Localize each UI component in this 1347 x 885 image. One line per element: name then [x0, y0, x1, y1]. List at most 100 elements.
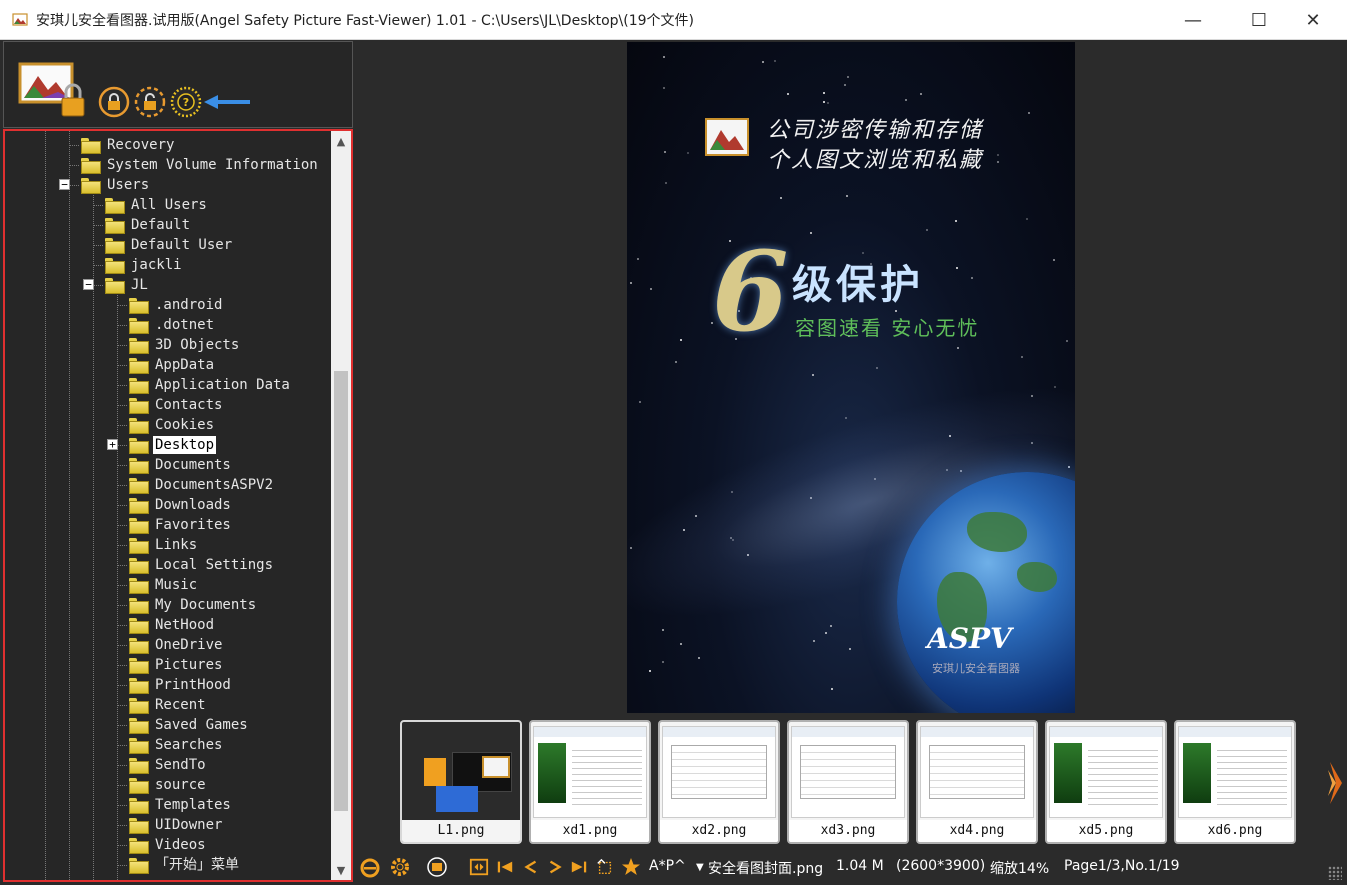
thumbnail[interactable]: L1.png [400, 720, 522, 844]
folder-icon [129, 778, 149, 794]
tree-item[interactable]: SendTo [129, 755, 208, 775]
tree-item[interactable]: Local Settings [129, 555, 275, 575]
scroll-up-icon[interactable]: ▲ [331, 131, 351, 151]
star [665, 182, 667, 184]
tree-item[interactable]: 3D Objects [129, 335, 241, 355]
tree-item[interactable]: Music [129, 575, 199, 595]
tree-item[interactable]: .dotnet [129, 315, 216, 335]
tree-item[interactable]: Links [129, 535, 199, 555]
minimize-button[interactable]: — [1170, 0, 1216, 40]
collapse-icon[interactable]: − [59, 179, 70, 190]
star [630, 282, 632, 284]
tree-item-label: Music [155, 577, 198, 593]
tree-item-label: Links [155, 537, 198, 553]
poster-slogan-1: 公司涉密传输和存储 [767, 118, 984, 143]
tree-item[interactable]: My Documents [129, 595, 258, 615]
tree-item-label: Pictures [155, 657, 223, 673]
thumbnail[interactable]: xd5.png [1045, 720, 1167, 844]
tree-item[interactable]: UIDowner [129, 815, 224, 835]
tree-item[interactable]: System Volume Information [81, 155, 320, 175]
thumbnail-preview [920, 726, 1034, 818]
folder-tree[interactable]: Recovery System Volume Information − Users A… [3, 129, 353, 882]
tree-item[interactable]: Contacts [129, 395, 224, 415]
folder-icon [129, 658, 149, 674]
tree-item[interactable]: Videos [129, 835, 208, 855]
tree-item[interactable]: .android [129, 295, 224, 315]
tree-item[interactable]: Downloads [129, 495, 233, 515]
folder-icon [129, 798, 149, 814]
tree-item[interactable]: Templates [129, 795, 233, 815]
thumbnail[interactable]: xd6.png [1174, 720, 1296, 844]
tree-guide-line [117, 645, 127, 646]
thumbnail[interactable]: xd4.png [916, 720, 1038, 844]
fit-window-icon[interactable] [468, 852, 490, 882]
rotate-icon[interactable] [594, 852, 616, 882]
expand-icon[interactable]: + [107, 439, 118, 450]
folder-icon [105, 278, 125, 294]
tree-item[interactable]: Default User [105, 235, 234, 255]
tree-item[interactable]: 「开始」菜单 [129, 855, 241, 875]
resize-grip[interactable] [1328, 866, 1342, 880]
tree-item-label: Videos [155, 837, 206, 853]
unlock-icon[interactable] [134, 86, 166, 118]
main-image[interactable]: 公司涉密传输和存储 个人图文浏览和私藏 6 级保护 容图速看 安心无忧 ASPV… [627, 42, 1075, 713]
scroll-thumb[interactable] [334, 371, 348, 811]
maximize-button[interactable]: ☐ [1236, 0, 1282, 40]
tree-item[interactable]: Documents [129, 455, 233, 475]
favorite-star-icon[interactable] [620, 852, 642, 882]
tree-item[interactable]: NetHood [129, 615, 216, 635]
app-picture-icon [12, 13, 28, 26]
poster-big-number: 6 [712, 227, 789, 356]
tree-item[interactable]: jackli [105, 255, 184, 275]
tree-item[interactable]: All Users [105, 195, 209, 215]
thumbnail[interactable]: xd1.png [529, 720, 651, 844]
tree-guide-line [117, 345, 127, 346]
tree-item[interactable]: Default [105, 215, 192, 235]
close-button[interactable]: ✕ [1290, 0, 1336, 40]
star [956, 267, 958, 269]
help-icon[interactable]: ? [170, 86, 202, 118]
tree-item-label: Templates [155, 797, 231, 813]
tree-item[interactable]: source [129, 775, 208, 795]
prev-image-icon[interactable] [520, 852, 542, 882]
ie-icon[interactable] [358, 852, 382, 882]
tree-item[interactable]: Desktop [129, 435, 217, 455]
tree-item[interactable]: Application Data [129, 375, 292, 395]
tree-scrollbar[interactable]: ▲ ▼ [331, 131, 351, 880]
thumbnail-preview [424, 758, 446, 786]
thumbnail-caption: xd5.png [1047, 820, 1165, 842]
tree-item[interactable]: Searches [129, 735, 224, 755]
dropdown-arrow-icon[interactable]: ▼ [696, 862, 704, 873]
next-image-icon[interactable] [544, 852, 566, 882]
tree-item[interactable]: Recent [129, 695, 208, 715]
thumbnail[interactable]: xd3.png [787, 720, 909, 844]
settings-gear-icon[interactable] [386, 852, 414, 882]
tree-item[interactable]: Pictures [129, 655, 224, 675]
tree-item[interactable]: Saved Games [129, 715, 250, 735]
folder-icon [129, 398, 149, 414]
first-image-icon[interactable] [494, 852, 516, 882]
tree-item[interactable]: AppData [129, 355, 216, 375]
tree-item[interactable]: PrintHood [129, 675, 233, 695]
last-image-icon[interactable] [568, 852, 590, 882]
tree-item[interactable]: Users [81, 175, 151, 195]
tree-item[interactable]: DocumentsASPV2 [129, 475, 275, 495]
star [813, 640, 815, 642]
lock-icon[interactable] [98, 86, 130, 118]
security-panel: ? [3, 41, 353, 128]
slideshow-icon[interactable] [424, 852, 450, 882]
tree-guide-line [45, 131, 46, 880]
tree-item[interactable]: JL [105, 275, 150, 295]
ap-toggle[interactable]: A*P^ [649, 858, 686, 874]
tree-guide-line [117, 725, 127, 726]
next-page-arrow-icon[interactable] [1326, 760, 1344, 806]
thumbnail[interactable]: xd2.png [658, 720, 780, 844]
tree-item-label: Documents [155, 457, 231, 473]
tree-item[interactable]: Cookies [129, 415, 216, 435]
tree-item[interactable]: Favorites [129, 515, 233, 535]
collapse-icon[interactable]: − [83, 279, 94, 290]
tree-item[interactable]: Recovery [81, 135, 176, 155]
tree-item[interactable]: OneDrive [129, 635, 224, 655]
star [663, 56, 665, 58]
scroll-down-icon[interactable]: ▼ [331, 860, 351, 880]
